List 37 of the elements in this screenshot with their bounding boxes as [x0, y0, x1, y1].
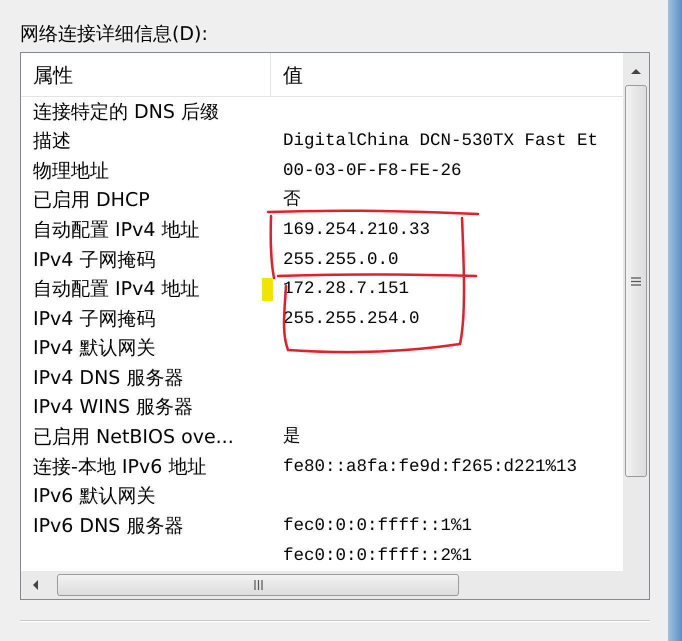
- grip-icon: [254, 580, 262, 590]
- column-header[interactable]: 属性: [21, 53, 271, 96]
- value-cell: DigitalChina DCN-530TX Fast Et: [283, 131, 598, 152]
- scroll-left-icon[interactable]: [31, 579, 39, 591]
- property-cell: 自动配置 IPv4 地址: [33, 278, 200, 300]
- property-cell: 连接特定的 DNS 后缀: [33, 100, 219, 123]
- property-cell: IPv4 WINS 服务器: [33, 396, 194, 418]
- property-cell: IPv4 DNS 服务器: [33, 366, 184, 389]
- scroll-thumb[interactable]: [57, 574, 459, 596]
- details-label: 网络连接详细信息(D):: [20, 22, 209, 47]
- value-cell: 00-03-0F-F8-FE-26: [283, 160, 462, 181]
- property-cell: 物理地址: [33, 160, 109, 182]
- property-cell: 已启用 NetBIOS ove...: [33, 426, 234, 448]
- scroll-thumb[interactable]: [625, 85, 647, 477]
- vertical-scrollbar[interactable]: [623, 53, 649, 571]
- value-cell: 169.254.210.33: [283, 220, 430, 240]
- value-cell: fec0:0:0:ffff::1%1: [283, 516, 472, 536]
- highlight-mark: [262, 278, 273, 301]
- value-cell: fec0:0:0:ffff::2%1: [283, 546, 472, 566]
- value-cell: 255.255.254.0: [283, 308, 420, 329]
- property-cell: IPv6 默认网关: [33, 485, 156, 508]
- property-cell: 已启用 DHCP: [33, 189, 150, 212]
- value-cell: 是: [283, 427, 301, 448]
- property-cell: IPv4 子网掩码: [33, 248, 156, 271]
- value-cell: fe80::a8fa:fe9d:f265:d221%13: [283, 456, 578, 477]
- value-cell: 否: [283, 190, 301, 210]
- property-cell: 自动配置 IPv4 地址: [33, 218, 200, 241]
- property-cell: 描述: [33, 130, 71, 152]
- property-cell: IPv4 子网掩码: [33, 308, 156, 330]
- property-cell: 连接-本地 IPv6 地址: [33, 456, 206, 478]
- column-header[interactable]: 值: [271, 53, 623, 96]
- grip-icon: [631, 276, 641, 286]
- scroll-up-icon[interactable]: [630, 67, 642, 75]
- horizontal-scrollbar[interactable]: [21, 571, 649, 599]
- property-cell: IPv6 DNS 服务器: [33, 514, 184, 537]
- value-cell: 255.255.0.0: [283, 250, 399, 270]
- property-cell: IPv4 默认网关: [33, 337, 156, 360]
